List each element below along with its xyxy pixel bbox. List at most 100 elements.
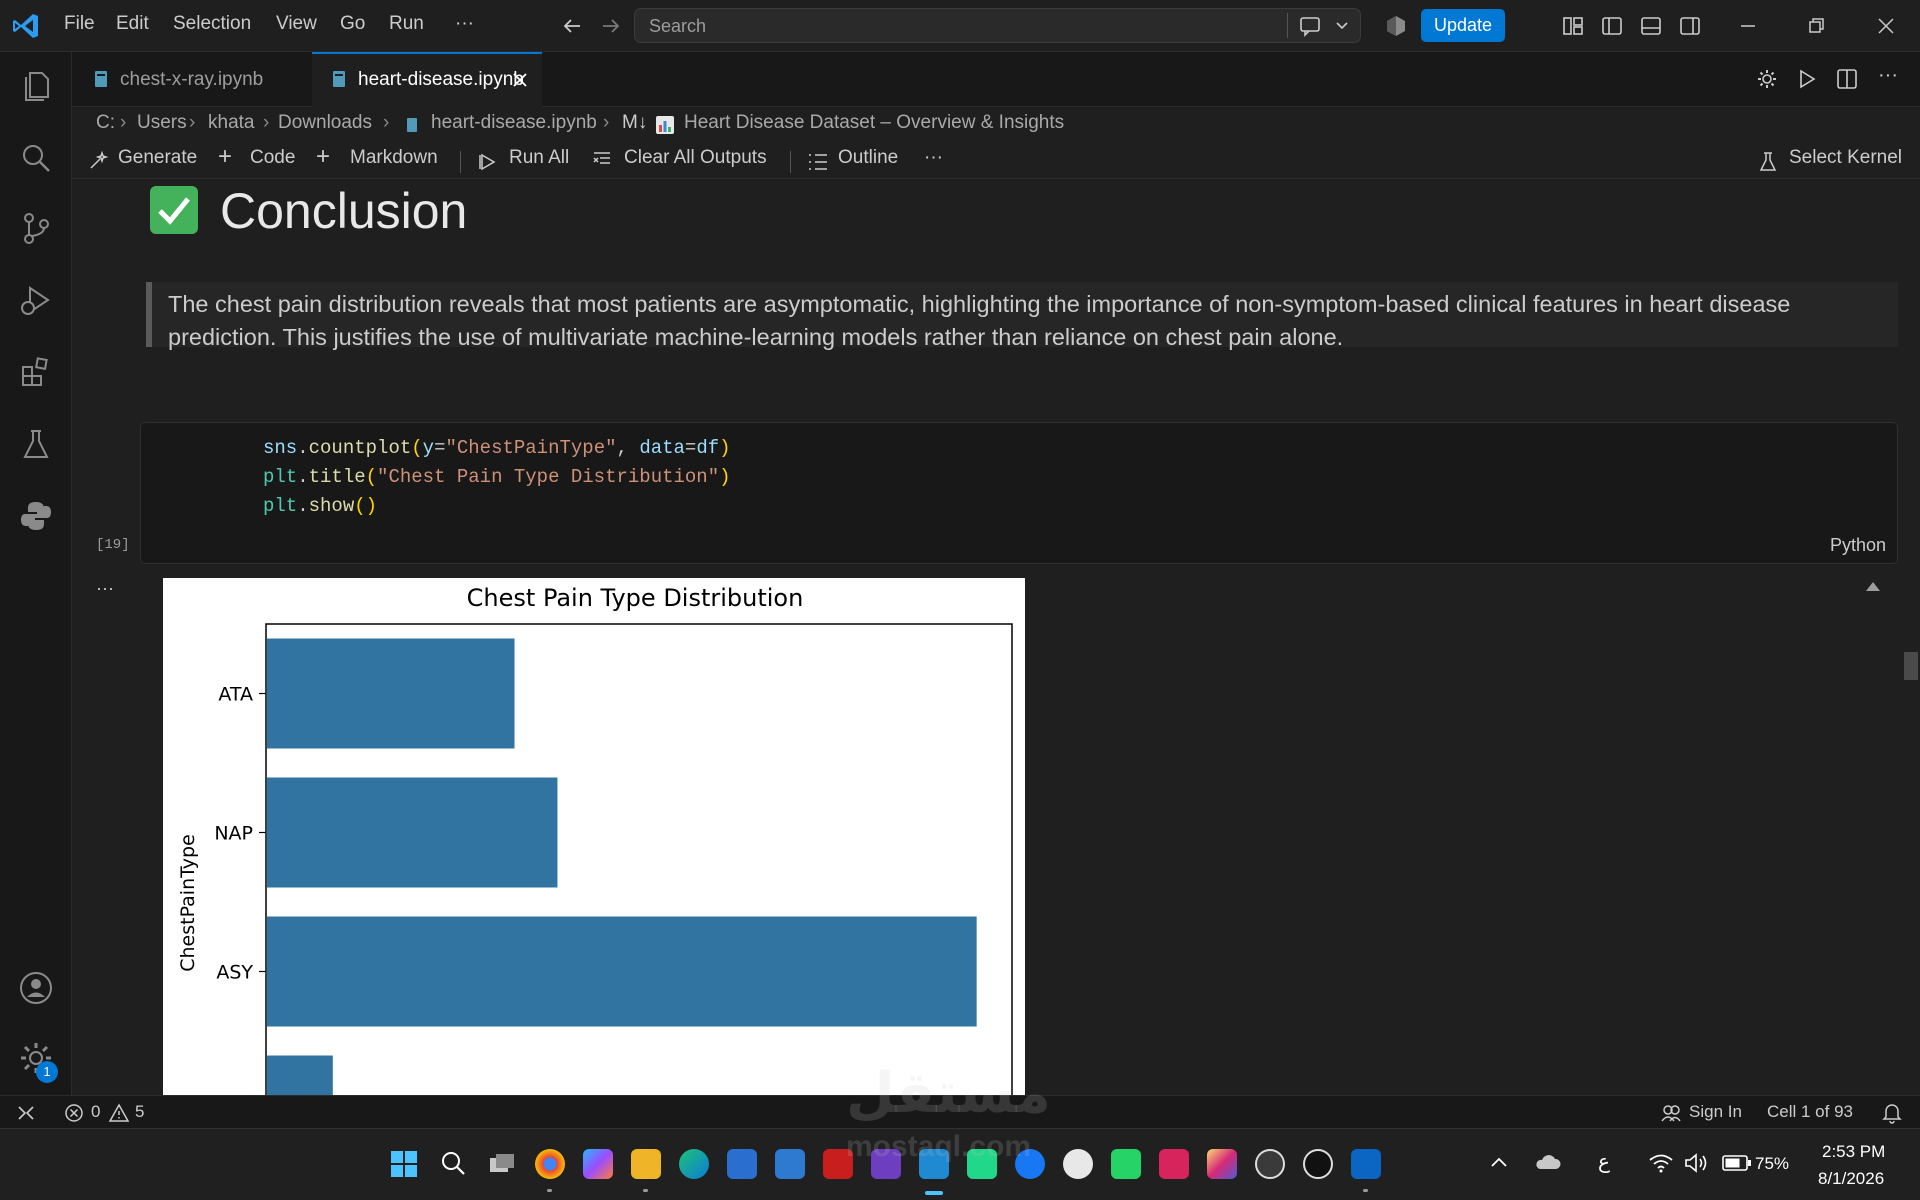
- breadcrumb-users[interactable]: Users: [137, 112, 187, 134]
- update-button[interactable]: Update: [1421, 9, 1505, 42]
- app-a-icon[interactable]: [1063, 1149, 1093, 1179]
- cell-language-label[interactable]: Python: [1830, 535, 1886, 556]
- add-markdown-cell-button[interactable]: Markdown: [350, 147, 438, 169]
- chevron-down-icon[interactable]: [1335, 19, 1349, 33]
- windows-start-icon[interactable]: [390, 1150, 418, 1178]
- input-language-indicator[interactable]: ع: [1598, 1149, 1610, 1174]
- clear-all-outputs-button[interactable]: Clear All Outputs: [624, 147, 767, 169]
- threads-icon[interactable]: [1303, 1149, 1333, 1179]
- breadcrumb-downloads[interactable]: Downloads: [278, 112, 372, 134]
- generate-button[interactable]: Generate: [118, 147, 197, 169]
- menu-run[interactable]: Run: [389, 13, 424, 35]
- breadcrumb-section[interactable]: Heart Disease Dataset – Overview & Insig…: [684, 112, 1064, 134]
- breadcrumb-file[interactable]: heart-disease.ipynb: [431, 112, 597, 134]
- clock-date[interactable]: 8/1/2026: [1818, 1169, 1884, 1189]
- source-control-icon[interactable]: [18, 210, 54, 246]
- run-all-icon: [479, 153, 496, 171]
- activity-bar: 1: [0, 52, 72, 1095]
- notifications-bell-icon[interactable]: [1882, 1102, 1902, 1124]
- code-line-2[interactable]: plt.title("Chest Pain Type Distribution"…: [263, 466, 731, 488]
- chart-output: Chest Pain Type Distribution ChestPainTy…: [163, 578, 1025, 1095]
- notebook-settings-gear-icon[interactable]: [1756, 68, 1778, 90]
- menu-file[interactable]: File: [64, 13, 95, 35]
- output-menu-button[interactable]: ···: [96, 578, 114, 599]
- error-icon[interactable]: [64, 1103, 84, 1123]
- breadcrumb-khata[interactable]: khata: [208, 112, 254, 134]
- cell-position[interactable]: Cell 1 of 93: [1767, 1102, 1853, 1122]
- code-cell[interactable]: sns.countplot(y="ChestPainType", data=df…: [140, 422, 1898, 564]
- file-explorer-icon[interactable]: [631, 1149, 661, 1179]
- volume-icon[interactable]: [1684, 1153, 1710, 1173]
- run-debug-icon[interactable]: [18, 282, 54, 318]
- app-icon[interactable]: [775, 1149, 805, 1179]
- menu-edit[interactable]: Edit: [116, 13, 149, 35]
- breadcrumb-drive[interactable]: C:: [96, 112, 115, 134]
- tab-heart-disease[interactable]: heart-disease.ipynb: [312, 52, 542, 107]
- customize-layout-icon[interactable]: [1562, 16, 1584, 36]
- bar-group: ATA NAP ASY: [214, 638, 977, 1095]
- scrollbar-thumb[interactable]: [1904, 652, 1918, 680]
- menu-go[interactable]: Go: [340, 13, 365, 35]
- tab-label: heart-disease.ipynb: [358, 69, 524, 90]
- remote-icon[interactable]: [16, 1103, 36, 1123]
- select-kernel-button[interactable]: Select Kernel: [1789, 147, 1902, 169]
- clock-time[interactable]: 2:53 PM: [1822, 1142, 1885, 1162]
- chat-sparkle-icon[interactable]: [1299, 15, 1323, 37]
- chrome-icon[interactable]: [535, 1149, 565, 1179]
- code-line-3[interactable]: plt.show(): [263, 495, 377, 517]
- outline-button[interactable]: Outline: [838, 147, 898, 169]
- restore-icon[interactable]: [1807, 16, 1827, 36]
- menu-selection[interactable]: Selection: [173, 13, 251, 35]
- run-all-button[interactable]: Run All: [509, 147, 569, 169]
- battery-icon[interactable]: [1722, 1155, 1752, 1171]
- y-axis-label: ChestPainType: [177, 834, 199, 972]
- show-hidden-icons-chevron-icon[interactable]: [1490, 1155, 1508, 1169]
- intellij-icon[interactable]: [1159, 1149, 1189, 1179]
- toggle-secondary-sidebar-icon[interactable]: [1679, 16, 1701, 36]
- battery-percentage[interactable]: 75%: [1755, 1154, 1789, 1174]
- minimize-icon[interactable]: [1738, 16, 1758, 36]
- error-count[interactable]: 0: [91, 1102, 100, 1122]
- command-search-input[interactable]: Search: [634, 8, 1361, 43]
- more-actions-icon[interactable]: ···: [1878, 64, 1898, 87]
- menu-more[interactable]: ···: [455, 13, 474, 35]
- copilot-icon[interactable]: [1384, 14, 1408, 38]
- accounts-icon[interactable]: [18, 970, 54, 1006]
- collapse-output-icon[interactable]: [1866, 582, 1880, 591]
- back-arrow-icon[interactable]: [561, 15, 583, 37]
- whatsapp-icon[interactable]: [1111, 1149, 1141, 1179]
- accounts-sign-in-icon[interactable]: [1660, 1103, 1682, 1123]
- edge-icon[interactable]: [679, 1149, 709, 1179]
- warning-count[interactable]: 5: [135, 1102, 144, 1122]
- split-editor-icon[interactable]: [1836, 68, 1858, 90]
- close-window-icon[interactable]: [1876, 16, 1896, 36]
- chatgpt-icon[interactable]: [1255, 1149, 1285, 1179]
- microsoft-store-icon[interactable]: [727, 1149, 757, 1179]
- copilot-app-icon[interactable]: [583, 1149, 613, 1179]
- menu-view[interactable]: View: [276, 13, 317, 35]
- close-tab-icon[interactable]: [512, 72, 528, 88]
- extensions-icon[interactable]: [18, 354, 54, 390]
- notebook-toolbar: Generate + Code + Markdown Run All Clear…: [72, 143, 1920, 179]
- sign-in-button[interactable]: Sign In: [1689, 1102, 1742, 1122]
- testing-flask-icon[interactable]: [18, 426, 54, 462]
- forward-arrow-icon[interactable]: [600, 15, 622, 37]
- search-icon[interactable]: [18, 140, 54, 176]
- tab-chest-x-ray[interactable]: chest-x-ray.ipynb: [72, 52, 312, 107]
- python-icon[interactable]: [18, 498, 54, 534]
- plus-icon: +: [218, 143, 233, 170]
- wifi-icon[interactable]: [1648, 1153, 1674, 1173]
- explorer-icon[interactable]: [18, 67, 54, 103]
- toolbar-more-button[interactable]: ···: [924, 147, 943, 169]
- instagram-icon[interactable]: [1207, 1149, 1237, 1179]
- code-line-1[interactable]: sns.countplot(y="ChestPainType", data=df…: [263, 437, 731, 459]
- toggle-primary-sidebar-icon[interactable]: [1601, 16, 1623, 36]
- warning-icon[interactable]: [108, 1103, 130, 1123]
- add-code-cell-button[interactable]: Code: [250, 147, 295, 169]
- toggle-panel-icon[interactable]: [1640, 16, 1662, 36]
- onedrive-cloud-icon[interactable]: [1534, 1151, 1562, 1173]
- windows-search-icon[interactable]: [440, 1150, 466, 1176]
- linkedin-icon[interactable]: [1351, 1149, 1381, 1179]
- run-play-icon[interactable]: [1796, 68, 1818, 90]
- task-view-icon[interactable]: [488, 1150, 516, 1178]
